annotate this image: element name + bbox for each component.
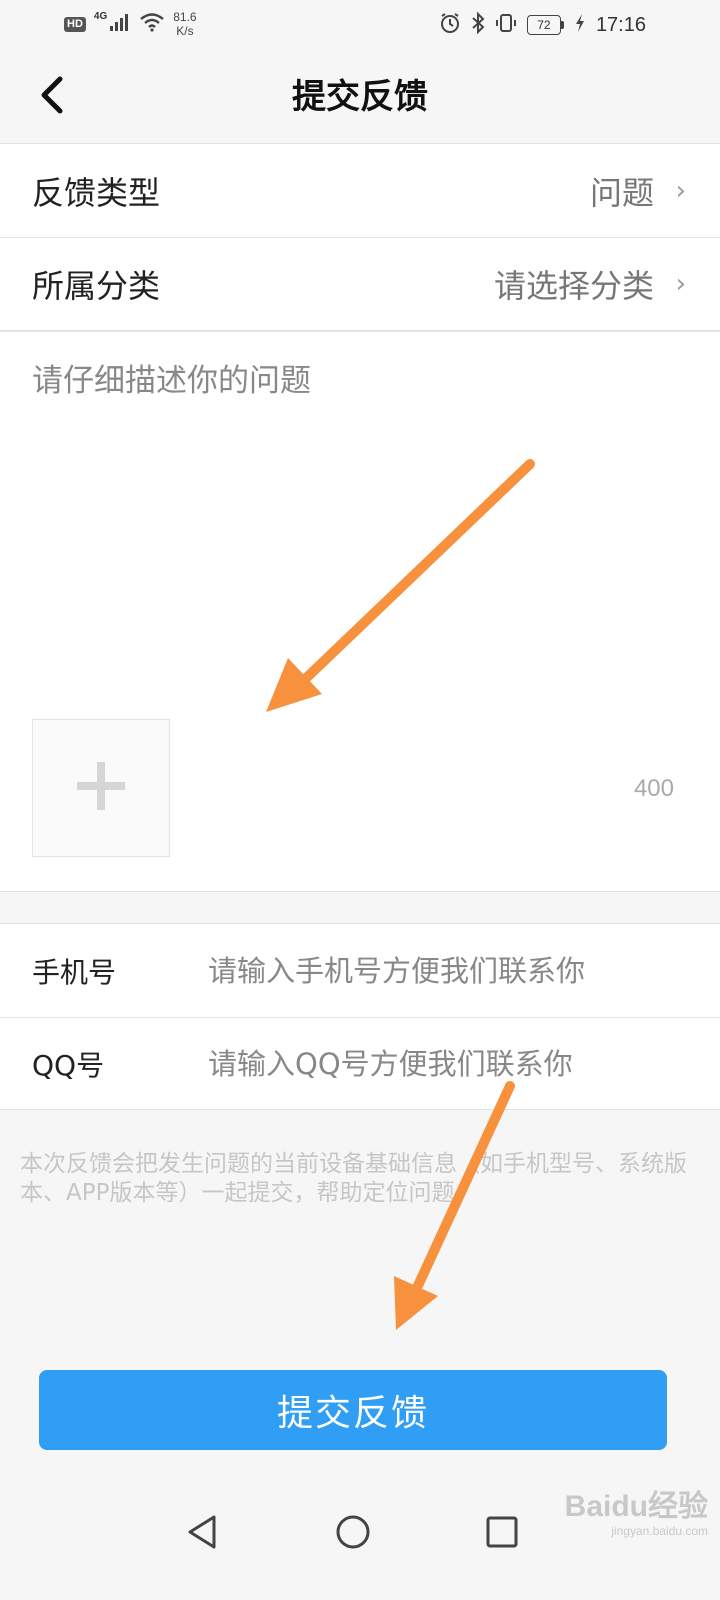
section-divider bbox=[0, 891, 720, 892]
qq-row: QQ号 bbox=[0, 1018, 720, 1110]
plus-icon bbox=[75, 760, 127, 816]
battery-indicator: 72 bbox=[526, 15, 564, 35]
status-left: HD 4G 81.6 K/s bbox=[64, 10, 197, 38]
speed-unit: K/s bbox=[176, 24, 194, 38]
status-right: 72 17:16 bbox=[439, 11, 646, 38]
battery-level: 72 bbox=[526, 15, 561, 35]
qq-label: QQ号 bbox=[32, 1049, 105, 1082]
network-speed: 81.6 K/s bbox=[173, 10, 196, 38]
square-recent-icon bbox=[485, 1515, 519, 1553]
category-value: 请选择分类 bbox=[493, 267, 654, 305]
hd-badge: HD bbox=[64, 16, 86, 32]
description-textarea[interactable] bbox=[32, 355, 682, 685]
wifi-icon bbox=[139, 12, 165, 36]
feedback-type-value: 问题 bbox=[589, 173, 654, 212]
nav-home-button[interactable] bbox=[329, 1510, 377, 1558]
char-limit-counter: 400 bbox=[633, 775, 674, 802]
category-label: 所属分类 bbox=[32, 267, 161, 305]
signal-icon bbox=[109, 12, 131, 36]
clock: 17:16 bbox=[595, 13, 646, 36]
row-divider bbox=[0, 330, 720, 332]
feedback-type-label: 反馈类型 bbox=[32, 173, 161, 212]
battery-tip bbox=[560, 21, 564, 29]
speed-value: 81.6 bbox=[173, 10, 197, 24]
annotation-arrow bbox=[394, 1081, 515, 1330]
page-title: 提交反馈 bbox=[292, 77, 428, 117]
phone-label: 手机号 bbox=[32, 955, 117, 989]
status-bar: HD 4G 81.6 K/s 72 17:16 bbox=[0, 0, 720, 50]
network-type: 4G bbox=[93, 10, 108, 22]
baidu-watermark: Baidu经验 jingyan.baidu.com bbox=[565, 1490, 708, 1538]
vibrate-icon bbox=[495, 12, 517, 38]
submit-feedback-button[interactable]: 提交反馈 bbox=[39, 1370, 667, 1450]
circle-home-icon bbox=[335, 1514, 371, 1554]
watermark-logo: Baidu经验 bbox=[564, 1490, 708, 1523]
device-info-notice: 本次反馈会把发生问题的当前设备基础信息（如手机型号、系统版本、APP版本等）一起… bbox=[20, 1151, 687, 1206]
chevron-right-icon: › bbox=[675, 175, 686, 206]
chevron-right-icon: › bbox=[675, 269, 686, 299]
alarm-icon bbox=[439, 12, 461, 38]
qq-input[interactable] bbox=[208, 1047, 688, 1081]
phone-row: 手机号 bbox=[0, 924, 720, 1017]
category-row[interactable]: 所属分类 请选择分类 › bbox=[0, 238, 720, 330]
phone-input[interactable] bbox=[208, 953, 688, 988]
header-bar: 提交反馈 bbox=[0, 50, 720, 144]
triangle-back-icon bbox=[186, 1514, 218, 1554]
watermark-url: jingyan.baidu.com bbox=[611, 1524, 708, 1538]
add-image-button[interactable] bbox=[32, 719, 170, 857]
bluetooth-icon bbox=[471, 11, 485, 38]
nav-back-button[interactable] bbox=[178, 1510, 226, 1558]
feedback-type-row[interactable]: 反馈类型 问题 › bbox=[0, 144, 720, 237]
charging-icon bbox=[574, 13, 586, 37]
section-divider bbox=[0, 1109, 720, 1110]
nav-recent-button[interactable] bbox=[478, 1510, 526, 1558]
